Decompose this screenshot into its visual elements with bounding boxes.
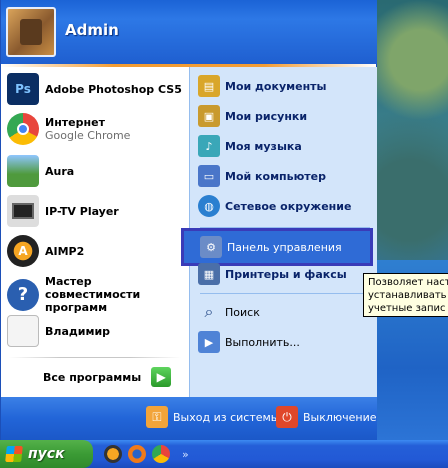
place-search[interactable]: ⌕ Поиск [198,301,374,323]
program-aimp2[interactable]: A AIMP2 [7,235,185,267]
user-name: Admin [65,21,119,39]
place-label: Выполнить... [225,335,300,349]
place-label: Мои рисунки [225,109,308,123]
start-menu-footer: ⚿ Выход из системы ⏻ Выключение [1,397,377,440]
iptv-icon [7,195,39,227]
place-my-computer[interactable]: ▭ Мой компьютер [198,165,374,187]
document-icon [7,315,39,347]
logoff-button[interactable]: ⚿ Выход из системы [146,406,279,428]
windows-logo-icon [5,446,23,462]
place-label: Поиск [225,305,260,319]
printer-icon: ▦ [198,263,220,285]
shutdown-button[interactable]: ⏻ Выключение [276,406,377,428]
start-menu: Admin Ps Adobe Photoshop CS5 Интернет Goo… [0,0,377,440]
quick-launch-more[interactable]: » [182,448,189,461]
program-photoshop[interactable]: Ps Adobe Photoshop CS5 [7,73,185,105]
program-label: Adobe Photoshop CS5 [45,82,182,96]
program-vladimir[interactable]: Владимир [7,315,185,347]
program-label: Интернет [45,116,105,129]
start-menu-header: Admin [1,0,377,64]
program-internet-chrome[interactable]: Интернет Google Chrome [7,113,185,145]
program-label: Мастер совместимости программ [45,275,141,314]
start-button[interactable]: пуск [0,440,93,468]
key-icon: ⚿ [146,406,168,428]
places-divider [200,293,370,294]
run-icon: ▶ [198,331,220,353]
place-my-pictures[interactable]: ▣ Мои рисунки [198,105,374,127]
quick-launch: » [104,445,189,463]
place-printers[interactable]: ▦ Принтеры и факсы [198,263,374,285]
program-label: Владимир [45,324,111,338]
tooltip-line: Позволяет наст [368,277,448,288]
search-icon: ⌕ [204,302,214,321]
aura-icon [7,155,39,187]
tooltip-line: устанавливать [368,290,447,301]
place-label: Мой компьютер [225,169,327,183]
firefox-icon[interactable] [128,445,146,463]
place-network[interactable]: ◍ Сетевое окружение [198,195,374,217]
tooltip-line: учетные запис [368,303,446,314]
place-label: Мои документы [225,79,327,93]
aimp-icon[interactable] [104,445,122,463]
place-my-documents[interactable]: ▤ Мои документы [198,75,374,97]
places-divider [200,227,370,228]
program-label: IP-TV Player [45,204,119,218]
programs-pane: Ps Adobe Photoshop CS5 Интернет Google Ch… [1,67,189,397]
help-icon: ? [7,278,39,311]
photoshop-icon: Ps [7,73,39,105]
program-aura[interactable]: Aura [7,155,185,187]
place-label: Принтеры и факсы [225,267,347,281]
place-label: Панель управления [227,240,342,254]
music-icon: ♪ [198,135,220,157]
aimp-icon: A [7,235,39,267]
program-iptv-player[interactable]: IP-TV Player [7,195,185,227]
logoff-label: Выход из системы [173,410,280,424]
globe-icon: ◍ [198,195,220,217]
program-label: AIMP2 [45,244,85,258]
place-label: Моя музыка [225,139,302,153]
arrow-right-icon: ▶ [151,367,172,387]
control-panel-icon: ⚙ [200,236,222,258]
folder-icon: ▤ [198,75,220,97]
place-my-music[interactable]: ♪ Моя музыка [198,135,374,157]
place-run[interactable]: ▶ Выполнить... [198,331,374,353]
tooltip: Позволяет наст устанавливать учетные зап… [363,273,448,317]
user-avatar[interactable] [6,7,56,57]
chrome-icon [7,113,39,145]
taskbar: пуск » [0,440,448,468]
power-icon: ⏻ [276,406,298,428]
programs-divider [9,357,181,358]
program-sublabel: Google Chrome [45,129,131,142]
shutdown-label: Выключение [303,410,377,424]
chrome-icon[interactable] [152,445,170,463]
all-programs-button[interactable]: Все программы ▶ [43,367,173,387]
program-compat-wizard[interactable]: ? Мастер совместимости программ [7,275,185,314]
pictures-icon: ▣ [198,105,220,127]
place-control-panel[interactable]: ⚙ Панель управления [181,228,373,266]
all-programs-label: Все программы [43,370,142,384]
computer-icon: ▭ [198,165,220,187]
program-label: Aura [45,164,75,178]
place-label: Сетевое окружение [225,199,352,213]
places-pane: ▤ Мои документы ▣ Мои рисунки ♪ Моя музы… [181,67,377,397]
start-label: пуск [28,446,65,462]
